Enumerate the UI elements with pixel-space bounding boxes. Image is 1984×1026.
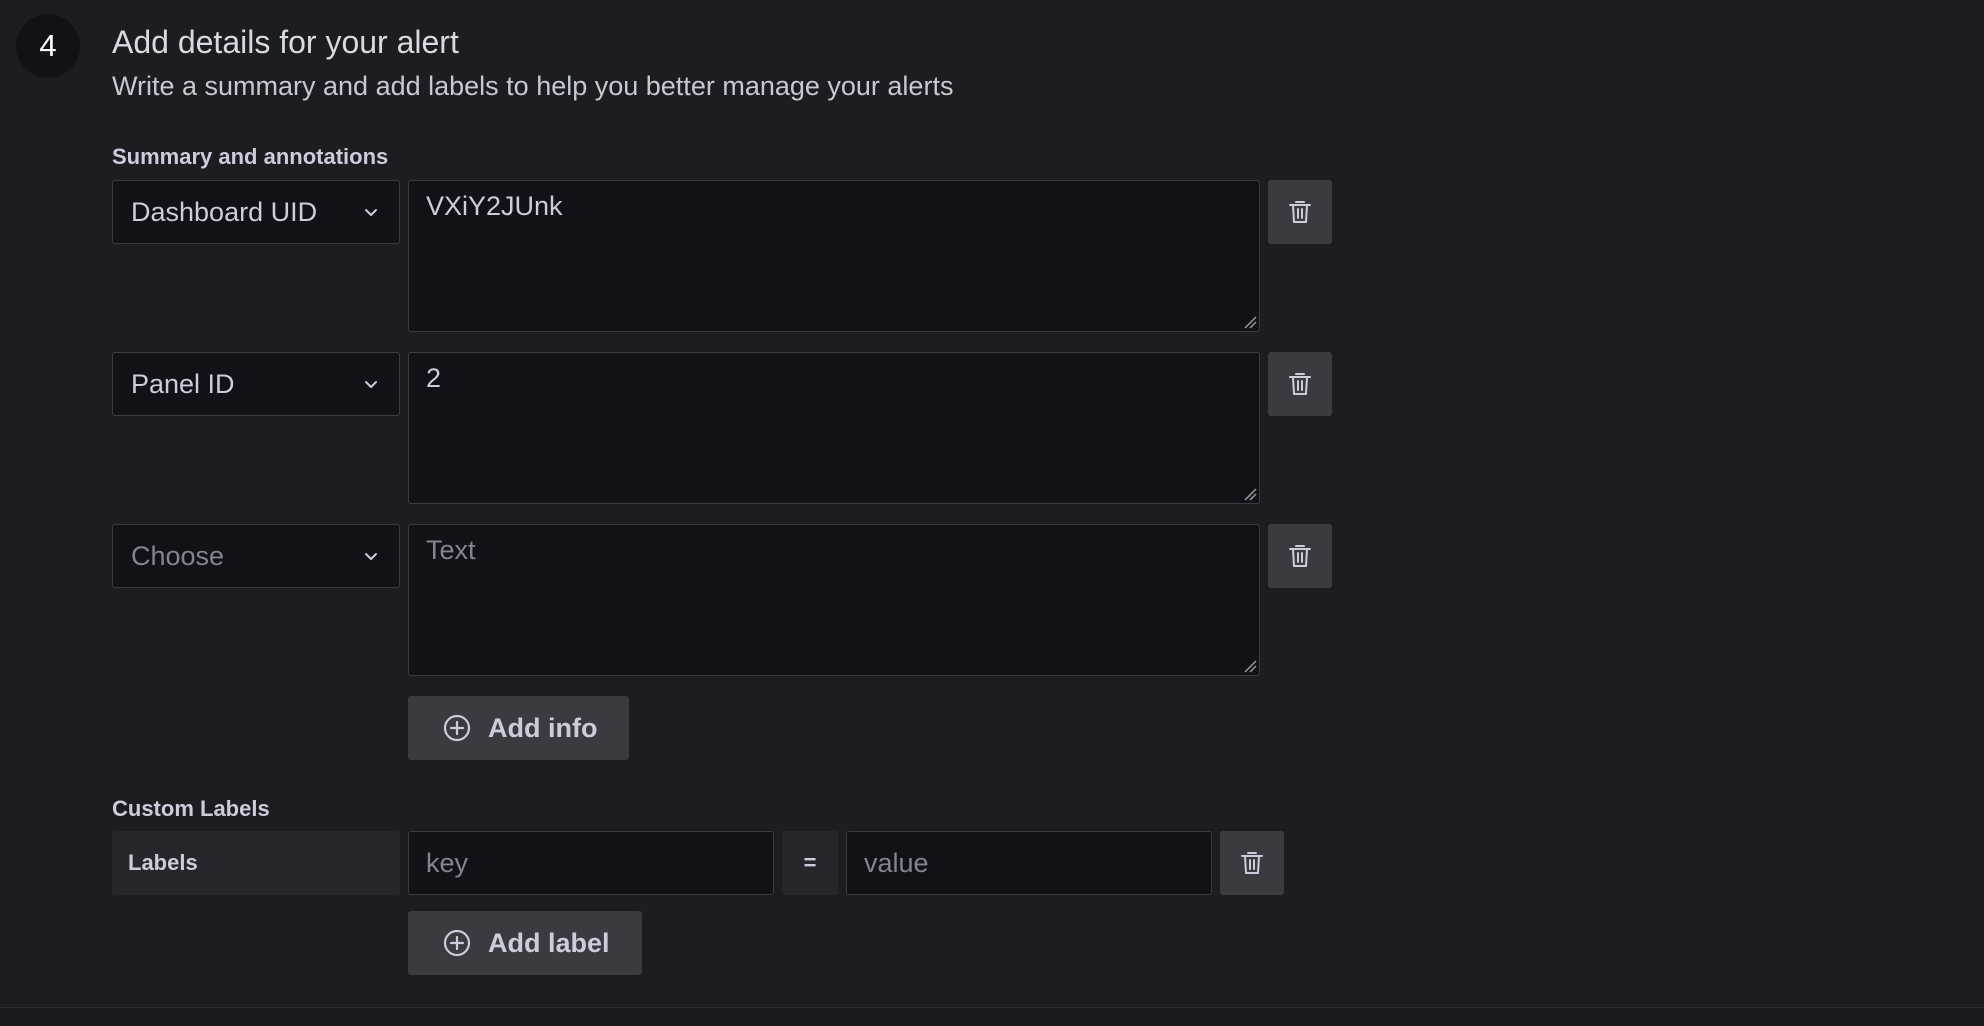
label-key-input[interactable]: key xyxy=(408,831,774,895)
annotation-value-textarea-dashboard-uid[interactable]: VXiY2JUnk xyxy=(408,180,1260,332)
delete-annotation-button-empty[interactable] xyxy=(1268,524,1332,588)
add-label-label: Add label xyxy=(488,927,610,958)
annotation-key-select-panel-id[interactable]: Panel ID xyxy=(112,352,400,416)
add-label-button[interactable]: Add label xyxy=(408,911,642,975)
label-value-input[interactable]: value xyxy=(846,831,1212,895)
trash-icon xyxy=(1289,545,1311,567)
step-number-badge: 4 xyxy=(16,14,80,78)
delete-annotation-button-dashboard-uid[interactable] xyxy=(1268,180,1332,244)
trash-icon xyxy=(1289,201,1311,223)
annotation-value-placeholder: Text xyxy=(426,535,476,565)
annotation-key-select-dashboard-uid[interactable]: Dashboard UID xyxy=(112,180,400,244)
annotation-key-select-empty[interactable]: Choose xyxy=(112,524,400,588)
annotation-value-text: VXiY2JUnk xyxy=(426,191,563,221)
custom-labels-label: Custom Labels xyxy=(112,796,270,821)
label-key-placeholder: key xyxy=(426,847,469,878)
annotation-value-text: 2 xyxy=(426,363,442,393)
chevron-down-icon xyxy=(365,553,377,560)
delete-annotation-button-panel-id[interactable] xyxy=(1268,352,1332,416)
chevron-down-icon xyxy=(365,209,377,216)
labels-tag: Labels xyxy=(112,831,400,895)
resize-handle-icon[interactable] xyxy=(1243,487,1257,501)
annotation-value-textarea-empty[interactable]: Text xyxy=(408,524,1260,676)
trash-icon xyxy=(1289,373,1311,395)
plus-circle-icon xyxy=(443,929,471,957)
step-description: Write a summary and add labels to help y… xyxy=(112,71,954,101)
label-operator: = xyxy=(782,831,838,895)
add-info-label: Add info xyxy=(488,712,598,743)
delete-label-button[interactable] xyxy=(1220,831,1284,895)
bottom-edge xyxy=(0,1008,1984,1026)
resize-handle-icon[interactable] xyxy=(1243,659,1257,673)
annotation-value-textarea-panel-id[interactable]: 2 xyxy=(408,352,1260,504)
step-title: Add details for your alert xyxy=(112,24,459,60)
trash-icon xyxy=(1241,852,1263,874)
annotation-key-value: Dashboard UID xyxy=(131,196,318,227)
plus-circle-icon xyxy=(443,714,471,742)
annotation-key-placeholder: Choose xyxy=(131,540,225,571)
chevron-down-icon xyxy=(365,381,377,388)
add-info-button[interactable]: Add info xyxy=(408,696,630,760)
summary-annotations-label: Summary and annotations xyxy=(112,144,389,169)
label-value-placeholder: value xyxy=(864,847,929,878)
alert-details-step: 4 Add details for your alert Write a sum… xyxy=(0,0,1984,1026)
resize-handle-icon[interactable] xyxy=(1243,315,1257,329)
annotation-key-value: Panel ID xyxy=(131,368,235,399)
